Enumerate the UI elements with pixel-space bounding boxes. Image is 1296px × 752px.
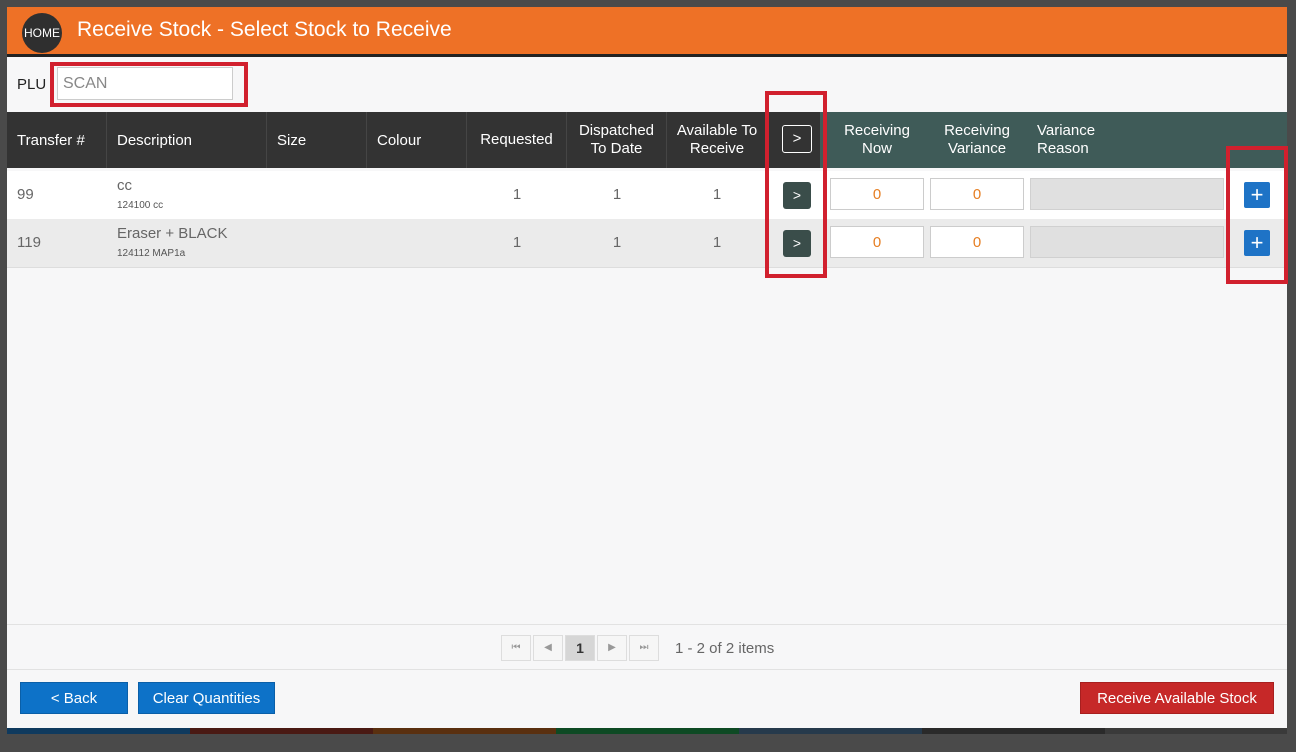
item-code: 124100 cc [117, 200, 164, 211]
dispatched-qty: 1 [612, 186, 622, 203]
footer-strip-brown [373, 728, 556, 734]
footer-strip-dark [922, 728, 1105, 734]
footer-strip-slate [739, 728, 922, 734]
receiving-now-input[interactable] [830, 178, 924, 210]
pager: ⏮ ◀ 1 ▶ ⏭ 1 - 2 of 2 items [7, 624, 1287, 670]
footer-strip-blue [7, 728, 190, 734]
next-page-icon[interactable]: ▶ [597, 635, 627, 661]
footer-strip-gray [1105, 728, 1287, 734]
receiving-variance-input[interactable] [930, 178, 1024, 210]
add-row-button[interactable]: + [1244, 182, 1270, 208]
variance-reason-select[interactable] [1030, 178, 1224, 210]
footer-strip-maroon [190, 728, 373, 734]
receive-all-arrow-button[interactable]: > [782, 125, 812, 153]
col-dispatched[interactable]: Dispatched To Date [567, 112, 667, 168]
receive-row-arrow-button[interactable]: > [783, 182, 811, 209]
table-row: 119 Eraser + BLACK 124112 MAP1a 1 1 1 > … [7, 219, 1287, 268]
footer-strip-green [556, 728, 739, 734]
table-row: 99 cc 124100 cc 1 1 1 > + [7, 171, 1287, 220]
col-colour[interactable]: Colour [367, 112, 467, 168]
available-qty: 1 [712, 234, 722, 251]
pager-info: 1 - 2 of 2 items [675, 640, 775, 657]
transfer-number: 119 [17, 234, 41, 251]
home-button[interactable]: HOME [22, 13, 62, 53]
back-button[interactable]: < Back [20, 682, 128, 714]
receive-row-arrow-button[interactable]: > [783, 230, 811, 257]
available-qty: 1 [712, 186, 722, 203]
receive-stock-window: HOME Receive Stock - Select Stock to Rec… [7, 7, 1288, 728]
receive-available-stock-button[interactable]: Receive Available Stock [1080, 682, 1274, 714]
dispatched-qty: 1 [612, 234, 622, 251]
add-row-button[interactable]: + [1244, 230, 1270, 256]
clear-quantities-button[interactable]: Clear Quantities [138, 682, 275, 714]
requested-qty: 1 [512, 186, 522, 203]
first-page-icon[interactable]: ⏮ [501, 635, 531, 661]
requested-qty: 1 [512, 234, 522, 251]
page-1-button[interactable]: 1 [565, 635, 595, 661]
col-requested[interactable]: Requested [467, 112, 567, 168]
plu-scan-input[interactable] [57, 67, 233, 100]
col-size[interactable]: Size [267, 112, 367, 168]
transfer-number: 99 [17, 186, 34, 203]
item-description: Eraser + BLACK [117, 225, 228, 242]
prev-page-icon[interactable]: ◀ [533, 635, 563, 661]
last-page-icon[interactable]: ⏭ [629, 635, 659, 661]
receiving-now-input[interactable] [830, 226, 924, 258]
variance-reason-select[interactable] [1030, 226, 1224, 258]
header-bar: HOME Receive Stock - Select Stock to Rec… [7, 7, 1287, 57]
plu-label: PLU [17, 76, 47, 93]
col-variance-reason: Variance Reason [1037, 122, 1096, 157]
table-header: Transfer # Description Size Colour Reque… [7, 112, 1287, 168]
col-receiving-now: Receiving Now [844, 122, 910, 157]
col-available[interactable]: Available To Receive [667, 112, 767, 168]
col-description[interactable]: Description [107, 112, 267, 168]
item-description: cc [117, 177, 132, 194]
page-title: Receive Stock - Select Stock to Receive [77, 18, 452, 41]
receiving-variance-input[interactable] [930, 226, 1024, 258]
col-transfer[interactable]: Transfer # [7, 112, 107, 168]
item-code: 124112 MAP1a [117, 248, 186, 259]
